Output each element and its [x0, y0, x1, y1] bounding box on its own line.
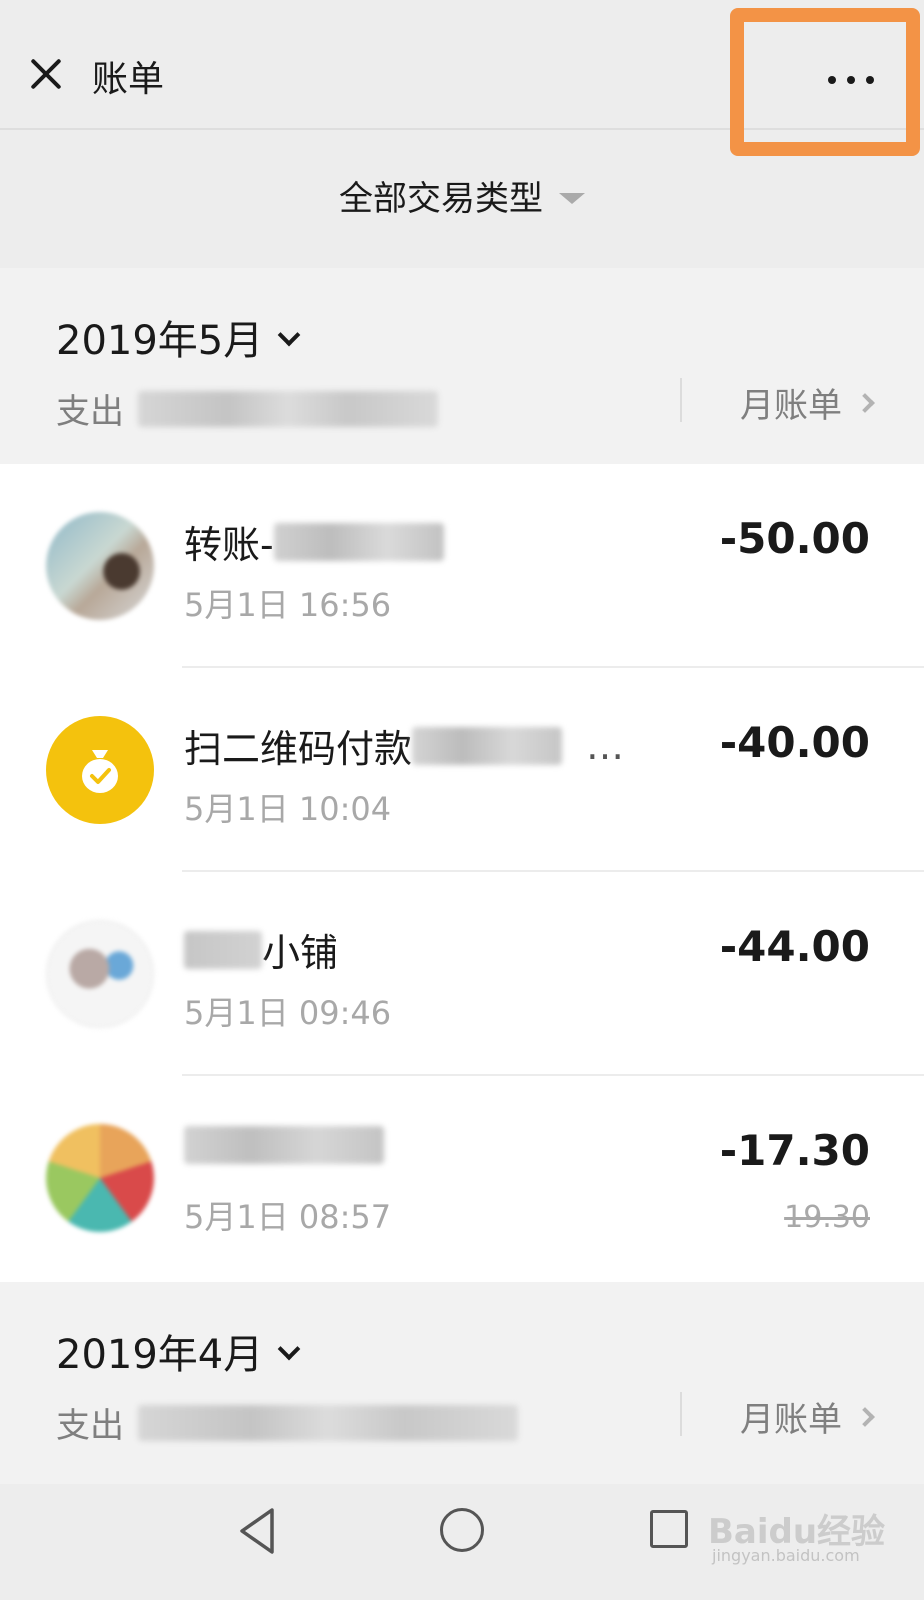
transaction-list: 转账- 5月1日 16:56 -50.00 扫二维码付款 … 5月1日 10:0… [0, 464, 924, 1282]
monthly-bill-link[interactable]: 月账单 [740, 1392, 875, 1441]
divider [680, 378, 682, 422]
avatar [46, 512, 154, 620]
transaction-name-text: 转账- [184, 523, 274, 567]
recent-apps-icon[interactable] [650, 1510, 688, 1548]
chevron-right-icon [855, 392, 875, 413]
chevron-down-icon [277, 323, 301, 347]
monthly-bill-label: 月账单 [740, 386, 842, 426]
avatar [46, 1124, 154, 1232]
monthly-bill-label: 月账单 [740, 1400, 842, 1440]
name-redacted [273, 522, 444, 561]
chevron-down-icon [277, 1337, 301, 1361]
transaction-name: 小铺 [184, 922, 338, 977]
back-icon[interactable] [236, 1506, 280, 1556]
divider [680, 1392, 682, 1436]
transaction-name: 扫二维码付款 … [184, 718, 624, 773]
month-section-header: 2019年4月 支出 月账单 [0, 1282, 924, 1484]
filter-label: 全部交易类型 [339, 178, 543, 219]
transaction-row[interactable]: 扫二维码付款 … 5月1日 10:04 -40.00 [0, 668, 924, 872]
name-redacted [184, 930, 262, 969]
watermark-url: jingyan.baidu.com [712, 1546, 860, 1565]
expense-amount-redacted [138, 390, 438, 427]
transaction-amount: -17.30 [719, 1126, 870, 1175]
transaction-time: 5月1日 09:46 [184, 994, 392, 1032]
transaction-time: 5月1日 10:04 [184, 790, 392, 828]
month-title: 2019年5月 [56, 318, 264, 364]
money-bag-icon [46, 716, 154, 824]
transaction-name-text: 扫二维码付款 [184, 727, 413, 771]
transaction-name: 转账- [184, 514, 444, 569]
transaction-row[interactable]: 转账- 5月1日 16:56 -50.00 [0, 464, 924, 668]
transaction-row[interactable]: 5月1日 08:57 -17.30 19.30 [0, 1076, 924, 1280]
month-expense: 支出 [56, 1398, 518, 1447]
home-icon[interactable] [440, 1508, 484, 1552]
page-title: 账单 [92, 59, 165, 100]
transaction-time: 5月1日 08:57 [184, 1198, 392, 1236]
highlight-box [730, 8, 920, 156]
month-section-header: 2019年5月 支出 月账单 [0, 268, 924, 464]
truncation-ellipsis: … [586, 723, 625, 768]
transaction-amount: -40.00 [719, 718, 870, 767]
close-icon[interactable] [24, 52, 68, 96]
transaction-amount: -50.00 [719, 514, 870, 563]
dropdown-arrow-icon [559, 192, 585, 204]
transaction-row[interactable]: 小铺 5月1日 09:46 -44.00 [0, 872, 924, 1076]
transaction-type-filter[interactable]: 全部交易类型 [0, 150, 924, 240]
expense-amount-redacted [138, 1404, 518, 1441]
system-navigation-bar: Baidu经验 jingyan.baidu.com [0, 1484, 924, 1600]
expense-label: 支出 [56, 1406, 124, 1446]
month-expense: 支出 [56, 384, 438, 433]
name-redacted [184, 1126, 384, 1164]
name-redacted [412, 726, 563, 765]
transaction-time: 5月1日 16:56 [184, 586, 392, 624]
transaction-name [184, 1126, 384, 1164]
original-amount: 19.30 [784, 1200, 870, 1235]
avatar [46, 920, 154, 1028]
month-selector[interactable]: 2019年4月 [56, 1322, 301, 1380]
transaction-amount: -44.00 [719, 922, 870, 971]
month-title: 2019年4月 [56, 1332, 264, 1378]
month-selector[interactable]: 2019年5月 [56, 308, 301, 366]
transaction-name-text: 小铺 [262, 931, 339, 975]
chevron-right-icon [855, 1406, 875, 1427]
expense-label: 支出 [56, 392, 124, 432]
monthly-bill-link[interactable]: 月账单 [740, 378, 875, 427]
